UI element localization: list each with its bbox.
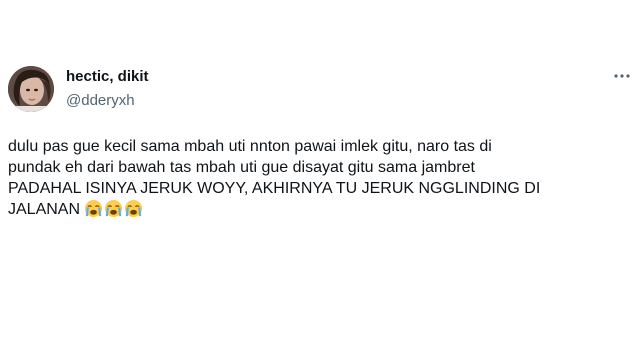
- tweet-text-line-last: JALANAN: [8, 199, 632, 220]
- profile-photo-icon: [8, 66, 54, 112]
- tweet-text-line: dulu pas gue kecil sama mbah uti nnton p…: [8, 138, 492, 155]
- user-handle[interactable]: @dderyxh: [66, 92, 135, 110]
- more-horizontal-icon[interactable]: [612, 66, 632, 86]
- tweet-card: hectic, dikit @dderyxh dulu pas gue keci…: [0, 0, 640, 360]
- avatar[interactable]: [8, 66, 54, 112]
- tweet-text-line: JALANAN: [8, 201, 81, 218]
- display-name[interactable]: hectic, dikit: [66, 68, 149, 86]
- tweet-text: dulu pas gue kecil sama mbah uti nnton p…: [8, 136, 632, 220]
- loudly-crying-face-icon: [124, 199, 143, 218]
- loudly-crying-face-icon: [84, 199, 103, 218]
- loudly-crying-face-icon: [104, 199, 123, 218]
- tweet-text-line: pundak eh dari bawah tas mbah uti gue di…: [8, 159, 475, 176]
- tweet-text-line: PADAHAL ISINYA JERUK WOYY, AKHIRNYA TU J…: [8, 180, 541, 197]
